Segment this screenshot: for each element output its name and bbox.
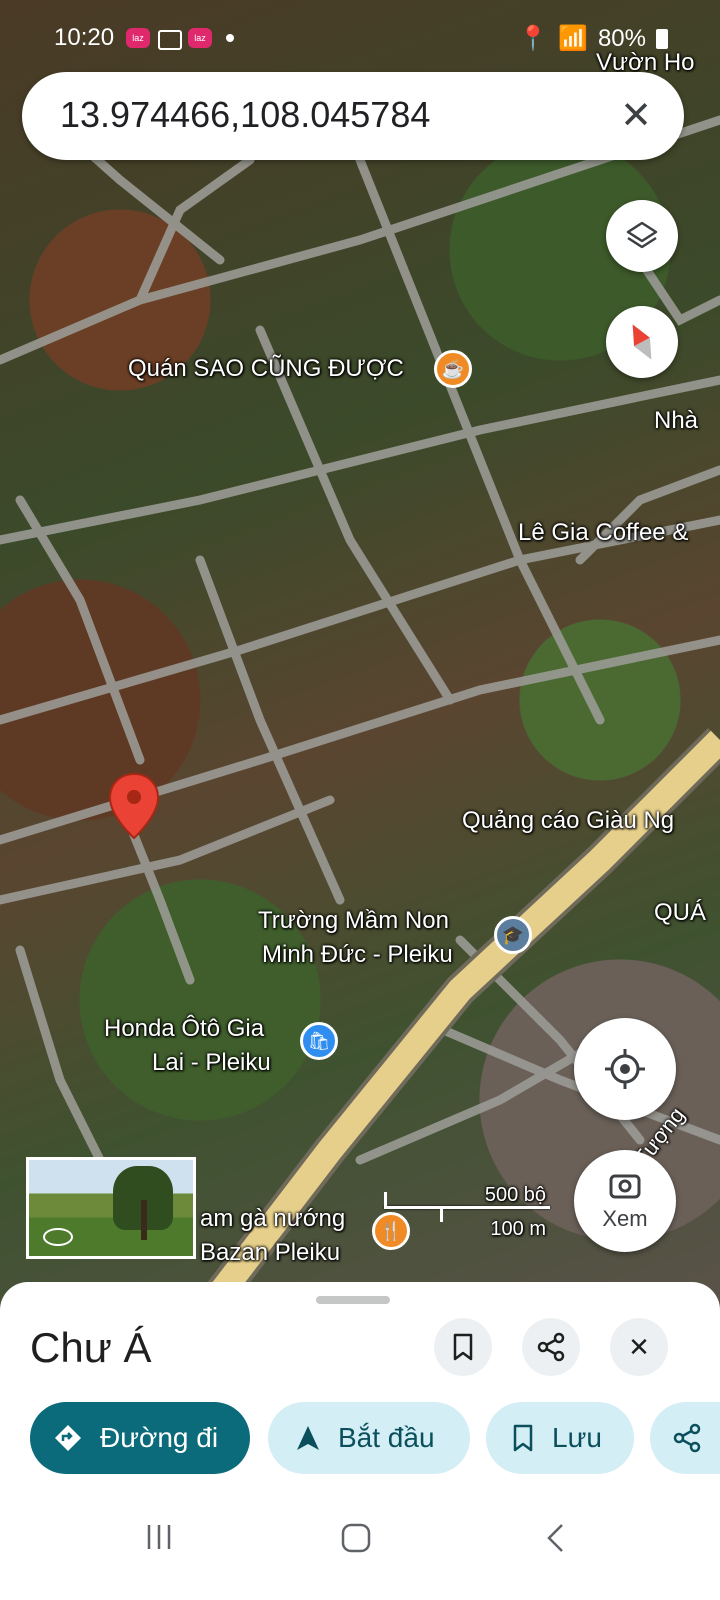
bookmark-icon [453, 1333, 473, 1361]
map-label-coffee[interactable]: Lê Gia Coffee & [518, 516, 688, 550]
map-view[interactable]: Vườn Ho Quán SAO CŨNG ĐƯỢC ☕ Nhà Lê Gia … [0, 0, 720, 1320]
map-label-nha[interactable]: Nhà [654, 404, 698, 438]
layers-icon [626, 221, 658, 249]
lazada-icon-2: laz [188, 28, 212, 48]
map-label-ad[interactable]: Quảng cáo Giàu Ng [462, 804, 674, 838]
street-view-thumbnail[interactable] [26, 1157, 196, 1259]
battery-level: 80% [597, 24, 646, 52]
view-button[interactable]: Xem [574, 1150, 676, 1252]
close-sheet-button[interactable]: ✕ [610, 1318, 668, 1376]
place-title: Chư Á [30, 1324, 152, 1371]
back-button[interactable] [544, 1522, 566, 1559]
share-icon [673, 1423, 701, 1453]
search-bar[interactable]: 13.974466,108.045784 ✕ [22, 72, 684, 160]
my-location-button[interactable] [574, 1018, 676, 1120]
school-icon[interactable]: 🎓 [494, 916, 532, 954]
status-bar: 10:20 laz laz 📍 📶 80% [0, 0, 720, 70]
crosshair-icon [605, 1049, 645, 1089]
home-button[interactable] [340, 1522, 372, 1559]
compass-icon [632, 324, 652, 360]
map-label-school-1[interactable]: Trường Mầm Non [258, 904, 449, 938]
map-label-restaurant-1[interactable]: am gà nướng [200, 1202, 345, 1236]
map-label-school-2[interactable]: Minh Đức - Pleiku [262, 938, 453, 972]
scale-metric: 100 m [490, 1218, 546, 1240]
back-icon [547, 1524, 563, 1552]
navigation-arrow-icon [297, 1426, 319, 1450]
wifi-icon: 📶 [558, 25, 588, 52]
bookmark-icon [513, 1424, 533, 1452]
scale-imperial: 500 bộ [484, 1184, 546, 1206]
search-query[interactable]: 13.974466,108.045784 [60, 94, 430, 136]
360-icon [43, 1228, 73, 1246]
share-chip[interactable] [650, 1402, 720, 1474]
map-label-qua[interactable]: QUÁ [654, 896, 706, 930]
view-label: Xem [602, 1206, 648, 1231]
map-roads [0, 95, 720, 1320]
home-icon [341, 1523, 371, 1553]
lazada-icon: laz [126, 28, 150, 48]
camera-icon [609, 1174, 641, 1199]
cafe-icon[interactable]: ☕ [434, 350, 472, 388]
compass-button[interactable] [606, 306, 678, 378]
save-chip[interactable]: Lưu [486, 1402, 634, 1474]
map-label-honda-1[interactable]: Honda Ôtô Gia [104, 1012, 264, 1046]
battery-icon [656, 28, 668, 49]
gallery-icon [158, 30, 182, 50]
directions-chip[interactable]: Đường đi [30, 1402, 250, 1474]
directions-icon [55, 1425, 81, 1451]
notification-dot-icon [226, 34, 234, 42]
system-nav-bar [0, 1500, 720, 1600]
close-icon: ✕ [628, 1331, 650, 1362]
recent-apps-button[interactable] [144, 1522, 174, 1557]
sheet-handle[interactable] [316, 1296, 390, 1304]
directions-label: Đường đi [100, 1422, 219, 1453]
close-icon[interactable]: ✕ [614, 94, 658, 138]
scale-bar: 500 bộ 100 m [384, 1184, 550, 1244]
start-chip[interactable]: Bắt đầu [268, 1402, 470, 1474]
location-pin-icon[interactable] [108, 772, 160, 840]
share-button[interactable] [522, 1318, 580, 1376]
bookmark-button[interactable] [434, 1318, 492, 1376]
save-label: Lưu [552, 1422, 602, 1453]
map-label-cafe[interactable]: Quán SAO CŨNG ĐƯỢC [128, 352, 404, 386]
shopping-bag-icon[interactable]: 🛍 [300, 1022, 338, 1060]
map-label-restaurant-2[interactable]: Bazan Pleiku [200, 1236, 340, 1270]
status-time: 10:20 [54, 24, 115, 51]
map-label-honda-2[interactable]: Lai - Pleiku [152, 1046, 271, 1080]
share-icon [537, 1332, 565, 1362]
recent-apps-icon [147, 1525, 171, 1549]
tree-trunk [141, 1200, 147, 1240]
start-label: Bắt đầu [338, 1422, 435, 1453]
layers-button[interactable] [606, 200, 678, 272]
location-icon: 📍 [518, 25, 549, 52]
